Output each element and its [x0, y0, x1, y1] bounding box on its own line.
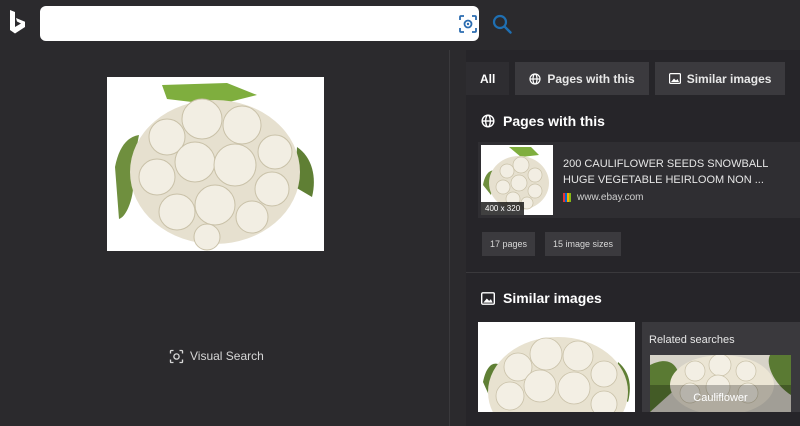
- tab-label: Similar images: [686, 71, 772, 86]
- visual-search-label: Visual Search: [190, 349, 264, 363]
- bing-logo-icon[interactable]: [7, 9, 27, 35]
- image-icon: [481, 291, 495, 305]
- search-icon[interactable]: [491, 13, 513, 35]
- image-sizes-chip[interactable]: 15 image sizes: [545, 232, 622, 256]
- similar-image-thumbnail[interactable]: [478, 322, 635, 412]
- result-source[interactable]: www.ebay.com: [563, 192, 644, 203]
- globe-icon: [529, 72, 541, 85]
- related-search-label: Cauliflower: [693, 392, 748, 404]
- page-result-card[interactable]: 400 x 320 200 CAULIFLOWER SEEDS SNOWBALL…: [478, 142, 800, 218]
- query-image: [107, 77, 324, 251]
- result-title[interactable]: 200 CAULIFLOWER SEEDS SNOWBALL HUGE VEGE…: [563, 156, 791, 188]
- image-size-badge: 400 x 320: [481, 202, 525, 215]
- source-domain: www.ebay.com: [577, 192, 644, 203]
- search-box: [40, 6, 512, 41]
- chip-label: 15 image sizes: [553, 239, 614, 249]
- section-divider: [466, 272, 800, 273]
- tab-label: Pages with this: [547, 71, 635, 86]
- ebay-favicon-icon: [563, 193, 571, 202]
- tab-label: All: [480, 71, 496, 86]
- tab-similar-images[interactable]: Similar images: [654, 62, 786, 95]
- tab-bar: All Pages with this Similar images: [466, 62, 786, 95]
- section-title: Pages with this: [503, 113, 605, 129]
- result-thumbnail[interactable]: 400 x 320: [481, 145, 553, 215]
- pages-with-this-heading: Pages with this: [481, 113, 605, 129]
- section-title: Similar images: [503, 290, 602, 306]
- related-search-cauliflower[interactable]: Cauliflower: [650, 355, 791, 412]
- visual-search-icon: [169, 349, 184, 363]
- top-bar: [0, 0, 800, 50]
- image-icon: [668, 73, 681, 84]
- chip-label: 17 pages: [490, 239, 528, 249]
- visual-search-icon[interactable]: [458, 14, 478, 34]
- tab-pages-with-this[interactable]: Pages with this: [515, 62, 649, 95]
- visual-search-button[interactable]: Visual Search: [169, 347, 264, 365]
- similar-images-heading: Similar images: [481, 290, 602, 306]
- tab-all[interactable]: All: [466, 62, 510, 95]
- globe-icon: [481, 114, 495, 128]
- related-searches-label: Related searches: [649, 334, 735, 346]
- pages-count-chip[interactable]: 17 pages: [482, 232, 536, 256]
- panel-divider: [449, 50, 450, 426]
- search-input[interactable]: [50, 12, 414, 36]
- related-searches-card: Related searches Cauliflower: [642, 322, 800, 412]
